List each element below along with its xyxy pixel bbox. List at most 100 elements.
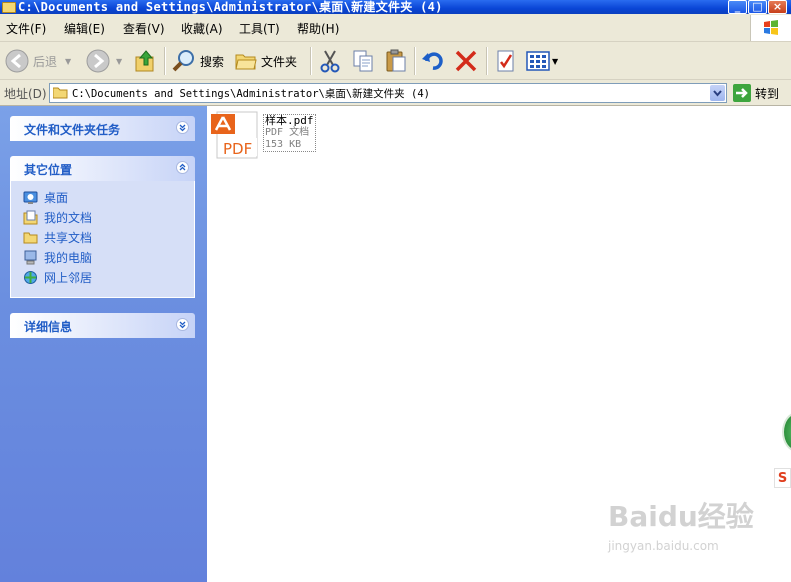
close-icon: × bbox=[772, 0, 783, 13]
menu-edit[interactable]: 编辑(E) bbox=[64, 20, 105, 37]
menu-tools[interactable]: 工具(T) bbox=[239, 20, 280, 37]
address-value: C:\Documents and Settings\Administrator\… bbox=[72, 88, 430, 100]
up-folder-button[interactable] bbox=[135, 48, 157, 74]
task-pane: 文件和文件夹任务 其它位置 bbox=[0, 106, 207, 582]
network-icon bbox=[24, 270, 37, 284]
folder-icon bbox=[53, 87, 68, 99]
minimize-icon: _ bbox=[734, 0, 741, 13]
place-my-documents[interactable]: 我的文档 bbox=[23, 209, 92, 225]
watermark: Baidu经验 jingyan.baidu.com bbox=[608, 495, 754, 553]
scissors-icon bbox=[320, 50, 340, 73]
folders-label: 文件夹 bbox=[261, 54, 298, 69]
windows-logo bbox=[750, 15, 791, 41]
views-button[interactable]: ▼ bbox=[526, 48, 558, 74]
other-places-panel: 桌面 我的文档 共享文档 我的电脑 网上邻居 bbox=[10, 181, 195, 298]
properties-button[interactable] bbox=[495, 48, 517, 74]
back-arrow-icon bbox=[5, 49, 29, 73]
up-folder-icon bbox=[135, 50, 154, 72]
place-network[interactable]: 网上邻居 bbox=[23, 269, 92, 285]
place-label: 我的电脑 bbox=[44, 250, 93, 265]
delete-x-icon bbox=[455, 50, 477, 72]
toolbar: 后退 ▼ ▼ 搜索 文件夹 ▼ bbox=[0, 42, 791, 80]
menu-help[interactable]: 帮助(H) bbox=[297, 20, 339, 37]
desktop-icon bbox=[23, 191, 38, 204]
file-type: PDF 文档 bbox=[265, 127, 310, 138]
undo-button[interactable] bbox=[421, 48, 445, 74]
menu-bar: 文件(F) 编辑(E) 查看(V) 收藏(A) 工具(T) 帮助(H) bbox=[0, 14, 791, 42]
file-name: 样本.pdf bbox=[265, 114, 314, 127]
menu-view[interactable]: 查看(V) bbox=[123, 20, 165, 37]
place-label: 我的文档 bbox=[44, 210, 93, 225]
forward-button[interactable]: ▼ bbox=[86, 48, 122, 74]
ime-sogou-icon[interactable]: S bbox=[774, 468, 791, 488]
search-label: 搜索 bbox=[200, 54, 225, 69]
place-my-computer[interactable]: 我的电脑 bbox=[23, 249, 92, 265]
delete-button[interactable] bbox=[454, 48, 478, 74]
other-places-title: 其它位置 bbox=[24, 163, 73, 177]
file-size: 153 KB bbox=[265, 139, 302, 150]
file-tasks-panel-header[interactable]: 文件和文件夹任务 bbox=[10, 116, 195, 141]
address-dropdown-button[interactable] bbox=[710, 85, 725, 101]
pdf-file-icon: PDF bbox=[211, 111, 258, 159]
views-dropdown-icon[interactable]: ▼ bbox=[552, 57, 558, 66]
toolbar-separator bbox=[486, 47, 488, 75]
forward-arrow-icon bbox=[86, 49, 110, 73]
folder-icon bbox=[2, 2, 16, 13]
window-title: C:\Documents and Settings\Administrator\… bbox=[18, 0, 443, 14]
search-icon bbox=[172, 50, 194, 72]
close-button[interactable]: × bbox=[768, 0, 787, 14]
maximize-icon: □ bbox=[752, 0, 763, 13]
copy-icon bbox=[353, 50, 373, 72]
chevron-down-icon[interactable] bbox=[176, 318, 189, 331]
toolbar-separator bbox=[414, 47, 416, 75]
search-button[interactable]: 搜索 bbox=[172, 48, 224, 74]
back-dropdown-icon[interactable]: ▼ bbox=[65, 57, 71, 66]
my-computer-icon bbox=[24, 250, 37, 264]
chevron-down-icon[interactable] bbox=[176, 121, 189, 134]
shared-folder-icon bbox=[23, 232, 38, 243]
pdf-badge: PDF bbox=[223, 140, 252, 158]
back-button[interactable]: 后退 ▼ bbox=[5, 48, 71, 74]
forward-dropdown-icon[interactable]: ▼ bbox=[116, 57, 122, 66]
paste-icon bbox=[386, 49, 406, 72]
address-bar: 地址(D) C:\Documents and Settings\Administ… bbox=[0, 80, 791, 106]
toolbar-separator bbox=[164, 47, 166, 75]
minimize-button[interactable]: _ bbox=[728, 0, 747, 14]
file-info: 样本.pdf PDF 文档 153 KB bbox=[263, 114, 316, 152]
file-tasks-title: 文件和文件夹任务 bbox=[24, 123, 121, 137]
maximize-button[interactable]: □ bbox=[748, 0, 767, 14]
go-button[interactable]: 转到 bbox=[733, 83, 779, 103]
watermark-url: jingyan.baidu.com bbox=[608, 539, 719, 553]
title-bar[interactable]: C:\Documents and Settings\Administrator\… bbox=[0, 0, 791, 14]
address-label: 地址(D) bbox=[4, 87, 47, 101]
cut-button[interactable] bbox=[318, 48, 342, 74]
watermark-brand: Baidu经验 bbox=[608, 500, 754, 533]
menu-file[interactable]: 文件(F) bbox=[6, 20, 46, 37]
views-grid-icon bbox=[526, 51, 550, 71]
menu-favorites[interactable]: 收藏(A) bbox=[181, 20, 223, 37]
other-places-panel-header[interactable]: 其它位置 bbox=[10, 156, 195, 181]
copy-button[interactable] bbox=[351, 48, 375, 74]
file-item[interactable]: PDF 样本.pdf PDF 文档 153 KB bbox=[211, 110, 321, 164]
undo-icon bbox=[422, 52, 443, 70]
address-input[interactable]: C:\Documents and Settings\Administrator\… bbox=[49, 83, 727, 103]
properties-icon bbox=[497, 50, 514, 72]
windows-flag-icon bbox=[764, 20, 778, 35]
place-label: 共享文档 bbox=[44, 230, 93, 245]
toolbar-separator bbox=[310, 47, 312, 75]
place-label: 桌面 bbox=[44, 190, 69, 205]
paste-button[interactable] bbox=[384, 48, 408, 74]
place-label: 网上邻居 bbox=[44, 270, 93, 285]
details-panel-header[interactable]: 详细信息 bbox=[10, 313, 195, 338]
back-label: 后退 bbox=[33, 54, 58, 69]
details-title: 详细信息 bbox=[24, 320, 73, 334]
place-shared-documents[interactable]: 共享文档 bbox=[23, 229, 92, 245]
chevron-down-icon bbox=[713, 90, 722, 97]
place-desktop[interactable]: 桌面 bbox=[23, 189, 68, 205]
my-documents-icon bbox=[23, 210, 38, 224]
chevron-up-icon[interactable] bbox=[176, 161, 189, 174]
go-arrow-icon bbox=[733, 84, 751, 102]
folders-button[interactable]: 文件夹 bbox=[235, 48, 297, 74]
folders-icon bbox=[235, 54, 257, 70]
go-label: 转到 bbox=[755, 86, 780, 101]
